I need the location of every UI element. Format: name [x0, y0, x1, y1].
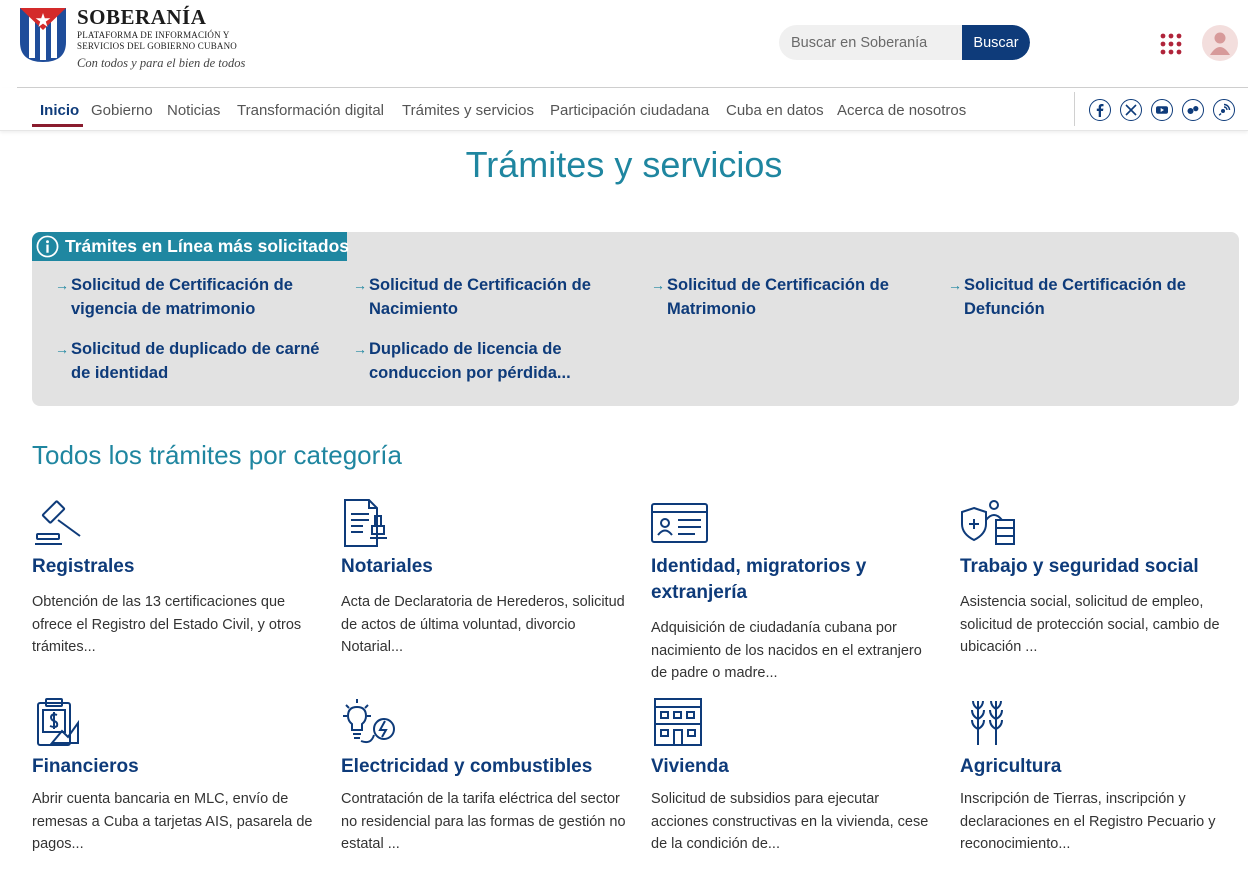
category-description: Acta de Declaratoria de Herederos, solic… — [341, 594, 625, 655]
nav-active-indicator — [32, 124, 83, 127]
category-vivienda[interactable]: Vivienda Solicitud de subsidios para eje… — [651, 697, 936, 857]
search-input[interactable] — [779, 25, 962, 60]
category-financieros[interactable]: Financieros Abrir cuenta bancaria en MLC… — [32, 697, 317, 857]
category-electricidad-combustibles[interactable]: Electricidad y combustibles Contratación… — [341, 697, 626, 857]
category-registrales[interactable]: Registrales Obtención de las 13 certific… — [32, 498, 317, 663]
category-title: Trabajo y seguridad social — [960, 556, 1199, 577]
category-title: Notariales — [341, 556, 433, 577]
quick-link-label: Solicitud de Certificación de Defunción — [964, 276, 1186, 318]
x-twitter-icon[interactable] — [1120, 99, 1142, 121]
brand-tagline: Con todos y para el bien de todos — [77, 56, 246, 70]
building-icon — [654, 698, 702, 746]
category-title: Financieros — [32, 756, 139, 777]
facebook-icon[interactable] — [1089, 99, 1111, 121]
arrow-right-icon: → — [651, 277, 665, 293]
soberania-logo-icon[interactable] — [20, 8, 66, 62]
wheat-icon — [971, 700, 1003, 745]
category-title: Electricidad y combustibles — [341, 756, 593, 777]
user-avatar-button[interactable] — [1202, 25, 1238, 61]
nav-item-inicio[interactable]: Inicio — [40, 102, 79, 119]
info-icon — [36, 235, 59, 258]
id-card-icon — [651, 503, 708, 543]
quick-link-defuncion[interactable]: → Solicitud de Certificación de Defunció… — [948, 273, 1229, 321]
flickr-icon[interactable] — [1182, 99, 1204, 121]
notary-document-icon — [344, 499, 387, 547]
youtube-icon[interactable] — [1151, 99, 1173, 121]
nav-item-transformacion-digital[interactable]: Transformación digital — [237, 102, 384, 119]
user-avatar-icon — [1210, 32, 1230, 55]
quick-link-label: Solicitud de duplicado de carné de ident… — [71, 340, 320, 382]
page-title: Trámites y servicios — [465, 144, 783, 185]
nav-item-participacion-ciudadana[interactable]: Participación ciudadana — [550, 102, 709, 119]
quick-link-duplicado-licencia[interactable]: → Duplicado de licencia de conduccion po… — [353, 337, 634, 385]
categories-heading: Todos los trámites por categoría — [32, 440, 402, 470]
category-title: Registrales — [32, 556, 135, 577]
category-description: Adquisición de ciudadanía cubana por nac… — [651, 620, 922, 681]
worker-shield-icon — [961, 500, 1015, 545]
category-trabajo-seguridad-social[interactable]: Trabajo y seguridad social Asistencia so… — [960, 498, 1245, 663]
lightbulb-energy-icon — [343, 699, 395, 744]
nav-item-acerca-de-nosotros[interactable]: Acerca de nosotros — [837, 102, 966, 119]
quick-link-label: Solicitud de Certificación de Nacimiento — [369, 276, 591, 318]
quick-link-vigencia-matrimonio[interactable]: → Solicitud de Certificación de vigencia… — [55, 273, 336, 321]
apps-grid-icon[interactable] — [1160, 33, 1182, 55]
main-nav: Inicio Gobierno Noticias Transformación … — [0, 88, 1248, 131]
category-description: Inscripción de Tierras, inscripción y de… — [960, 791, 1216, 852]
search-bar: Buscar — [779, 25, 1030, 60]
nav-item-noticias[interactable]: Noticias — [167, 102, 220, 119]
search-button[interactable]: Buscar — [962, 25, 1030, 60]
brand-subtitle: Plataforma de información y servicios de… — [77, 30, 237, 51]
brand-title: SOBERANÍA — [77, 5, 207, 29]
popular-procedures-heading: Trámites en Línea más solicitados — [32, 232, 349, 261]
arrow-right-icon: → — [55, 341, 69, 357]
arrow-right-icon: → — [55, 277, 69, 293]
category-description: Asistencia social, solicitud de empleo, … — [960, 594, 1220, 655]
arrow-right-icon: → — [353, 277, 367, 293]
category-description: Solicitud de subsidios para ejecutar acc… — [651, 791, 929, 852]
category-title: Vivienda — [651, 756, 729, 777]
nav-item-gobierno[interactable]: Gobierno — [91, 102, 153, 119]
quick-link-label: Solicitud de Certificación de vigencia d… — [71, 276, 293, 318]
quick-link-duplicado-carne[interactable]: → Solicitud de duplicado de carné de ide… — [55, 337, 336, 385]
popular-procedures-title: Trámites en Línea más solicitados — [65, 236, 349, 256]
arrow-right-icon: → — [353, 341, 367, 357]
category-title: Identidad, migratorios y extranjería — [651, 556, 867, 603]
category-description: Contratación de la tarifa eléctrica del … — [341, 791, 626, 852]
category-identidad-migratorios[interactable]: Identidad, migratorios y extranjería Adq… — [651, 498, 936, 688]
quick-link-nacimiento[interactable]: → Solicitud de Certificación de Nacimien… — [353, 273, 634, 321]
category-notariales[interactable]: Notariales Acta de Declaratoria de Hered… — [341, 498, 626, 663]
arrow-right-icon: → — [948, 277, 962, 293]
category-title: Agricultura — [960, 756, 1062, 777]
category-description: Obtención de las 13 certificaciones que … — [32, 594, 302, 655]
category-agricultura[interactable]: Agricultura Inscripción de Tierras, insc… — [960, 697, 1245, 857]
quick-link-matrimonio[interactable]: → Solicitud de Certificación de Matrimon… — [651, 273, 932, 321]
gavel-icon — [35, 500, 81, 545]
podcast-icon[interactable] — [1213, 99, 1235, 121]
site-header: SOBERANÍA Plataforma de información y se… — [0, 0, 1248, 88]
finance-clipboard-icon — [37, 698, 79, 746]
quick-link-label: Solicitud de Certificación de Matrimonio — [667, 276, 889, 318]
nav-item-tramites-servicios[interactable]: Trámites y servicios — [402, 102, 534, 119]
quick-link-label: Duplicado de licencia de conduccion por … — [369, 340, 571, 382]
nav-item-cuba-en-datos[interactable]: Cuba en datos — [726, 102, 824, 119]
category-description: Abrir cuenta bancaria en MLC, envío de r… — [32, 791, 313, 852]
popular-procedures-panel: Trámites en Línea más solicitados → Soli… — [32, 232, 1239, 406]
nav-divider — [1074, 92, 1075, 126]
